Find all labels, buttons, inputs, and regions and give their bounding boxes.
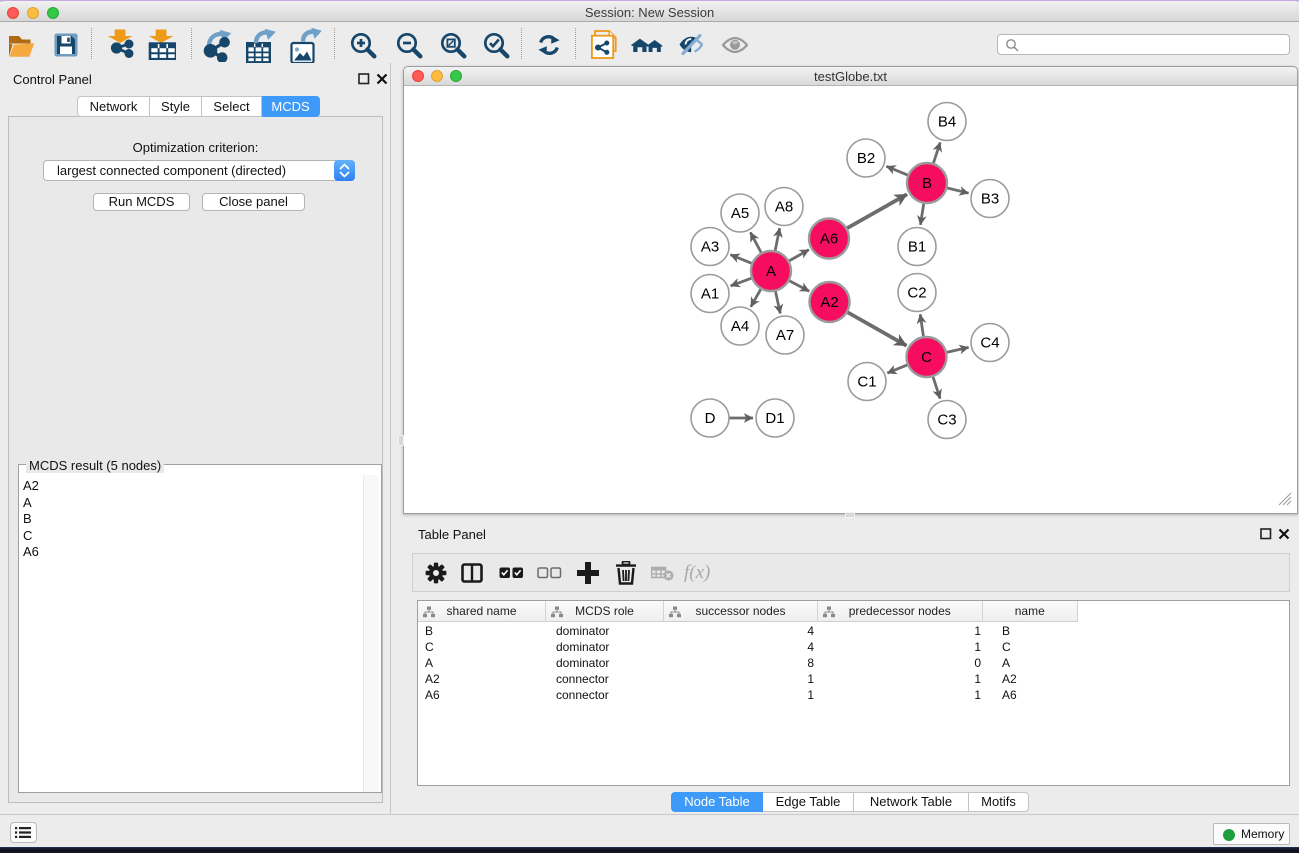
svg-text:A4: A4 bbox=[731, 318, 749, 335]
svg-text:A: A bbox=[766, 263, 776, 280]
svg-text:A1: A1 bbox=[701, 286, 719, 303]
svg-text:A8: A8 bbox=[775, 199, 793, 216]
svg-text:A2: A2 bbox=[820, 294, 838, 311]
svg-text:D1: D1 bbox=[765, 410, 784, 427]
svg-text:C1: C1 bbox=[857, 374, 876, 391]
svg-text:B: B bbox=[922, 175, 932, 192]
svg-text:B1: B1 bbox=[908, 239, 926, 256]
svg-text:C: C bbox=[921, 349, 932, 366]
svg-text:f(x): f(x) bbox=[684, 562, 710, 583]
svg-text:A7: A7 bbox=[776, 327, 794, 344]
svg-text:D: D bbox=[705, 410, 716, 427]
svg-text:C2: C2 bbox=[907, 285, 926, 302]
svg-text:A5: A5 bbox=[731, 205, 749, 222]
svg-text:B3: B3 bbox=[981, 191, 999, 208]
svg-text:A6: A6 bbox=[820, 231, 838, 248]
svg-text:C4: C4 bbox=[980, 335, 999, 352]
svg-text:C3: C3 bbox=[937, 412, 956, 429]
svg-text:B4: B4 bbox=[938, 114, 956, 131]
svg-text:B2: B2 bbox=[857, 150, 875, 167]
svg-text:A3: A3 bbox=[701, 239, 719, 256]
